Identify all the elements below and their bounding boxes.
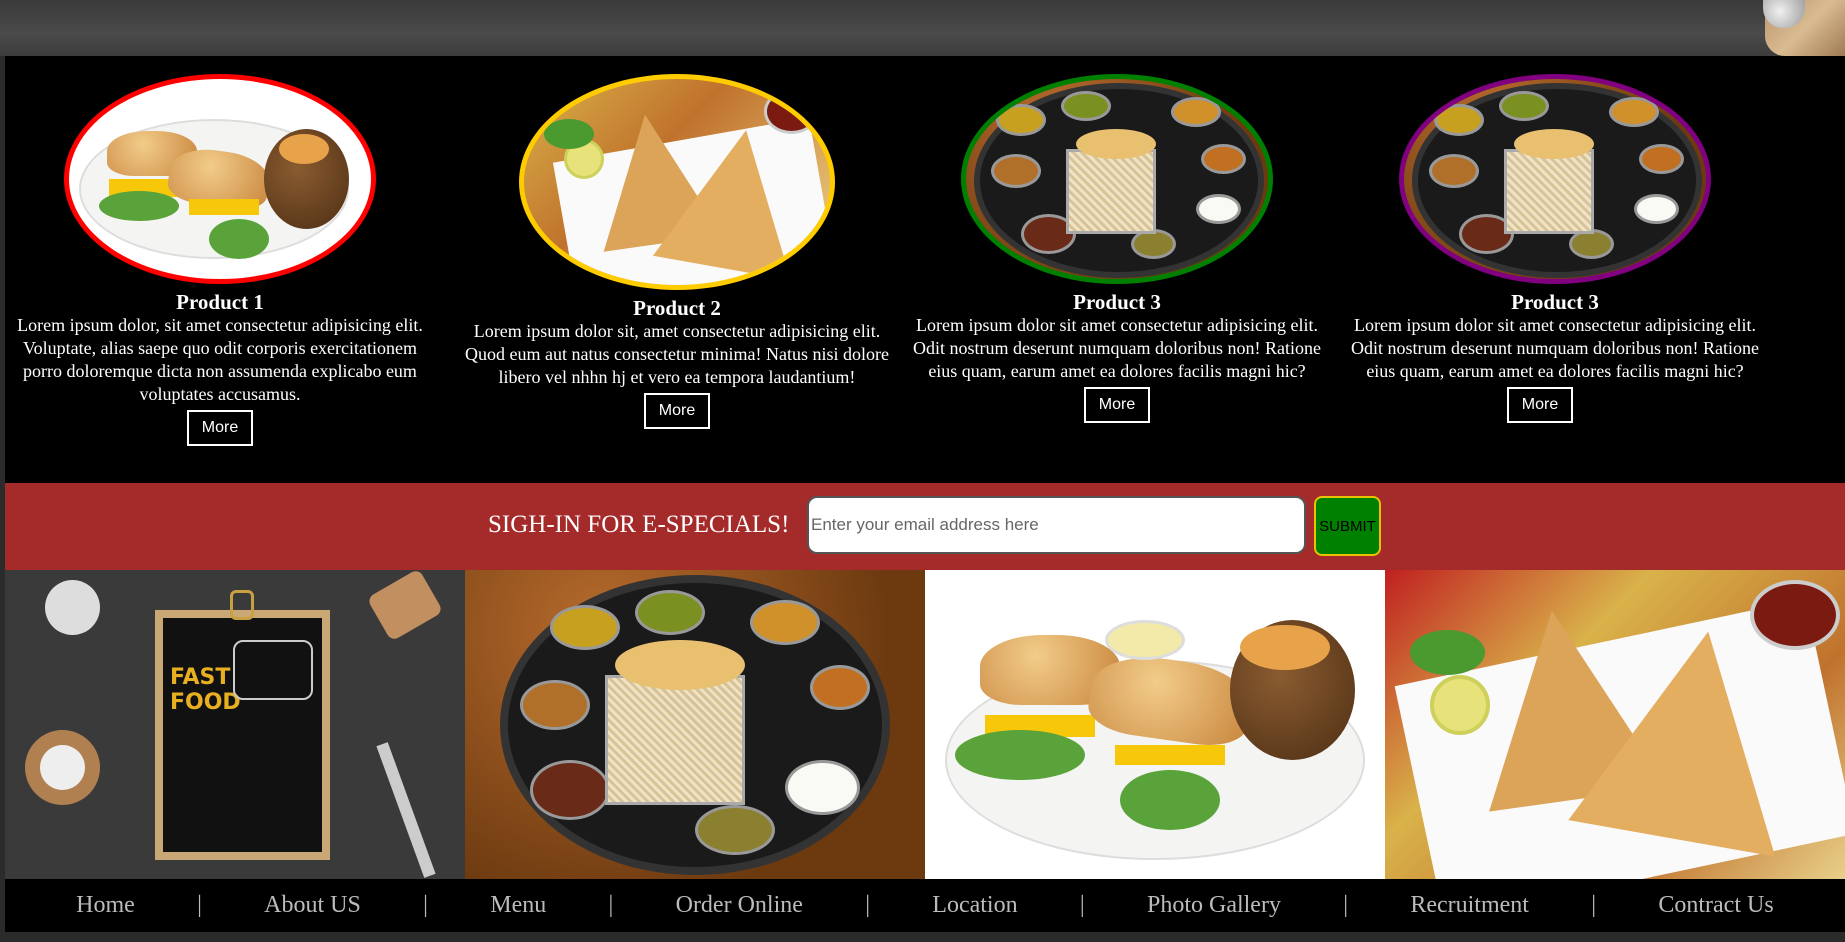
more-button[interactable]: More xyxy=(643,393,711,429)
product-description: Lorem ipsum dolor sit amet consectetur a… xyxy=(913,315,1321,381)
nav-separator: | xyxy=(423,892,428,918)
thali-plate-image xyxy=(961,74,1273,284)
nav-separator: | xyxy=(1343,892,1349,918)
photo-gallery-strip: FAST FOOD xyxy=(5,570,1845,879)
nav-link-order-online[interactable]: Order Online xyxy=(676,892,803,919)
more-button[interactable]: More xyxy=(1506,387,1574,423)
submit-button[interactable]: SUBMIT xyxy=(1314,496,1381,556)
product-title: Product 3 xyxy=(1073,290,1161,314)
product-card-1: Product 1 Lorem ipsum dolor, sit amet co… xyxy=(0,74,440,446)
nav-link-menu[interactable]: Menu xyxy=(490,892,546,919)
more-button[interactable]: More xyxy=(1083,387,1151,423)
product-title: Product 1 xyxy=(176,290,264,314)
nav-separator: | xyxy=(1079,892,1085,918)
fast-food-menu-image: FAST FOOD xyxy=(5,570,465,879)
samosa-plate-image xyxy=(519,74,835,290)
nav-separator: | xyxy=(865,892,870,918)
nav-separator: | xyxy=(608,892,614,918)
product-title: Product 2 xyxy=(633,296,721,320)
product-card-3: Product 3 Lorem ipsum dolor sit amet con… xyxy=(897,74,1337,423)
product-title: Product 3 xyxy=(1511,290,1599,314)
burger-plate-image xyxy=(64,74,376,284)
email-input[interactable] xyxy=(807,496,1306,554)
nav-link-recruitment[interactable]: Recruitment xyxy=(1410,892,1529,919)
nav-link-contact[interactable]: Contract Us xyxy=(1658,892,1773,919)
samosa-image xyxy=(1385,570,1845,879)
product-card-4: Product 3 Lorem ipsum dolor sit amet con… xyxy=(1335,74,1775,423)
signup-label: SIGH-IN FOR E-SPECIALS! xyxy=(488,511,790,538)
nav-link-about[interactable]: About US xyxy=(264,892,361,919)
background-strip xyxy=(0,0,1845,56)
more-button[interactable]: More xyxy=(186,410,254,446)
thali-plate-image xyxy=(1399,74,1711,284)
product-description: Lorem ipsum dolor, sit amet consectetur … xyxy=(17,315,423,404)
products-section: Product 1 Lorem ipsum dolor, sit amet co… xyxy=(5,56,1845,483)
page-frame: Product 1 Lorem ipsum dolor, sit amet co… xyxy=(5,56,1845,932)
newsletter-signup-bar: SIGH-IN FOR E-SPECIALS! SUBMIT xyxy=(5,483,1845,570)
nav-link-location[interactable]: Location xyxy=(932,892,1017,919)
burger-image xyxy=(925,570,1385,879)
product-card-2: Product 2 Lorem ipsum dolor sit, amet co… xyxy=(457,74,897,429)
product-description: Lorem ipsum dolor sit, amet consectetur … xyxy=(465,321,889,387)
nav-separator: | xyxy=(1591,892,1597,918)
nav-link-photo-gallery[interactable]: Photo Gallery xyxy=(1147,892,1281,919)
nav-separator: | xyxy=(197,892,202,918)
nav-link-home[interactable]: Home xyxy=(76,892,135,919)
thali-image xyxy=(465,570,925,879)
product-description: Lorem ipsum dolor sit amet consectetur a… xyxy=(1351,315,1759,381)
footer-nav: Home | About US | Menu | Order Online | … xyxy=(5,879,1845,932)
